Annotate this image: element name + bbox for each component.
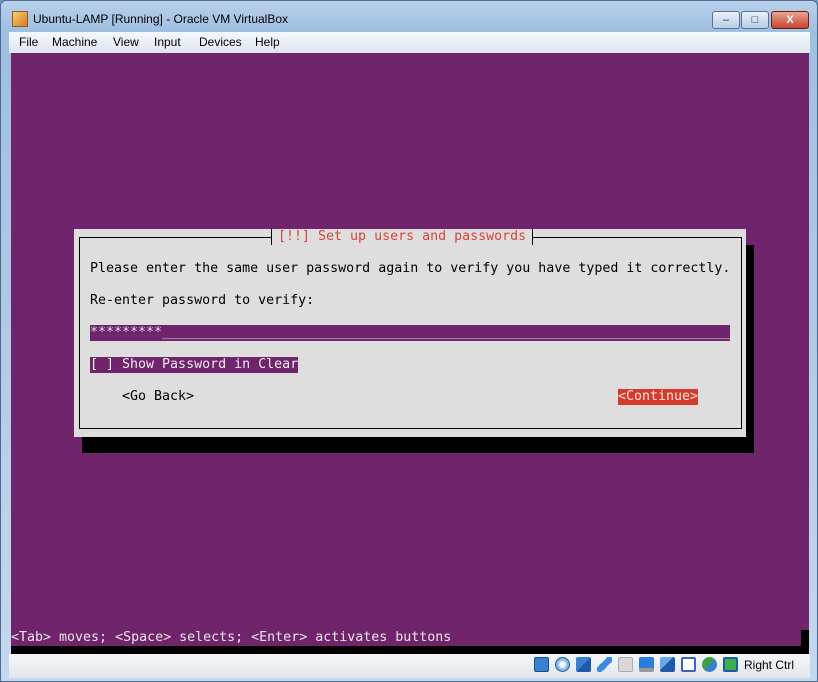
dialog-message: Please enter the same user password agai… (90, 261, 731, 276)
host-key-label: Right Ctrl (744, 658, 795, 672)
dialog-title: [!!] Set up users and passwords (271, 229, 534, 245)
keyboard-capture-icon[interactable] (723, 657, 738, 672)
installer-dialog: [!!] Set up users and passwords Please e… (74, 229, 746, 437)
window-title: Ubuntu-LAMP [Running] - Oracle VM Virtua… (33, 12, 289, 26)
close-button[interactable]: X (771, 11, 809, 29)
usb-icon[interactable] (597, 657, 612, 672)
maximize-button[interactable]: □ (741, 11, 769, 29)
hard-disk-icon[interactable] (534, 657, 549, 672)
dialog-shadow-right (746, 245, 754, 453)
show-password-checkbox[interactable]: [ ] Show Password in Clear (90, 357, 299, 373)
title-bar: Ubuntu-LAMP [Running] - Oracle VM Virtua… (1, 1, 817, 33)
help-line: <Tab> moves; <Space> selects; <Enter> ac… (11, 630, 452, 645)
vm-screen[interactable]: [!!] Set up users and passwords Please e… (11, 53, 809, 654)
menu-devices[interactable]: Devices (199, 35, 242, 49)
status-bar: Right Ctrl (9, 654, 810, 678)
go-back-button[interactable]: <Go Back> (122, 389, 194, 405)
shared-folders-icon[interactable] (618, 657, 633, 672)
screen-bottom-bar (11, 646, 809, 654)
password-prompt: Re-enter password to verify: (90, 293, 315, 308)
capture-icon[interactable] (660, 657, 675, 672)
display-icon[interactable] (639, 657, 654, 672)
menu-file[interactable]: File (19, 35, 38, 49)
menu-view[interactable]: View (113, 35, 139, 49)
menu-bar: File Machine View Input Devices Help (9, 32, 810, 53)
mouse-integration-icon[interactable] (702, 657, 717, 672)
dialog-shadow-bottom (82, 437, 754, 453)
virtualbox-icon (12, 11, 28, 27)
network-icon[interactable] (576, 657, 591, 672)
password-value: ********* (90, 325, 163, 340)
virtualization-icon[interactable] (681, 657, 696, 672)
optical-disk-icon[interactable] (555, 657, 570, 672)
vm-window: Ubuntu-LAMP [Running] - Oracle VM Virtua… (0, 0, 818, 682)
password-input[interactable]: *********_______________________________… (90, 325, 730, 341)
password-field-fill: ________________________________________… (162, 325, 730, 340)
continue-button[interactable]: <Continue> (618, 389, 699, 405)
menu-help[interactable]: Help (255, 35, 280, 49)
minimize-button[interactable]: – (712, 11, 740, 29)
menu-input[interactable]: Input (154, 35, 181, 49)
menu-machine[interactable]: Machine (52, 35, 97, 49)
